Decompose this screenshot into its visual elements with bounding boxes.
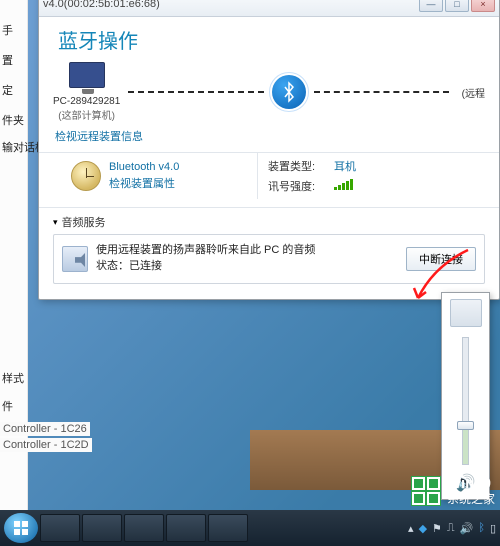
taskbar[interactable]: ▴ ◆ ⚑ ⎍ 🔊 ᛒ ▯ [0, 510, 500, 546]
link-view-props[interactable]: 检视装置属性 [109, 175, 179, 191]
volume-panel: 🔊 [441, 292, 490, 500]
device-pair-row: PC-289429281 (这部计算机) (远程 [53, 60, 485, 124]
watermark-big: Win10 [447, 476, 495, 493]
audio-service-box: 使用远程装置的扬声器聆听来自此 PC 的音频 状态：已连接 中断连接 [53, 234, 485, 284]
signal-label: 讯号强度: [268, 178, 334, 194]
bgcol-item: 置 [2, 52, 13, 68]
minimize-button[interactable]: — [419, 0, 443, 12]
bgcol-item: 定 [2, 82, 13, 98]
bluetooth-icon [272, 75, 306, 109]
state-value: 已连接 [129, 260, 162, 272]
titlebar[interactable]: v4.0(00:02:5b:01:e6:68) — □ × [39, 0, 499, 17]
bars-icon [334, 178, 485, 190]
task-button[interactable] [166, 514, 206, 542]
tray-flag-icon[interactable]: ⚑ [432, 522, 442, 535]
tray-battery-icon[interactable]: ▯ [490, 522, 496, 535]
bgcol-item: 件夹 [2, 112, 24, 128]
output-device-icon[interactable] [450, 299, 482, 327]
service-desc: 使用远程装置的扬声器聆听来自此 PC 的音频 [96, 243, 398, 259]
tray-bluetooth-icon[interactable]: ᛒ [478, 522, 485, 534]
desktop: 手 置 定 件夹 输对话框 样式 件 Controller - 1C26 Con… [0, 0, 500, 546]
task-button[interactable] [208, 514, 248, 542]
devtype-label: 装置类型: [268, 158, 334, 174]
maximize-button[interactable]: □ [445, 0, 469, 12]
audio-service-header[interactable]: ▾ 音频服务 [53, 214, 485, 230]
window-title: v4.0(00:02:5b:01:e6:68) [43, 0, 417, 10]
local-device-sub: (这部计算机) [58, 107, 115, 122]
bgcol-item: 手 [2, 22, 13, 38]
tray-network-icon[interactable]: ⎍ [447, 522, 455, 535]
state-label: 状态： [96, 260, 129, 272]
controller-label: Controller - 1C2D [0, 438, 92, 452]
volume-fill [463, 426, 468, 464]
task-button[interactable] [124, 514, 164, 542]
volume-thumb[interactable] [457, 421, 474, 430]
audio-service-label: 音频服务 [62, 214, 106, 230]
speaker-icon [62, 246, 88, 272]
volume-slider[interactable] [462, 337, 469, 465]
computer-icon [69, 62, 105, 88]
connection-line [128, 91, 263, 93]
task-button[interactable] [40, 514, 80, 542]
signal-bars [334, 178, 485, 194]
clock-icon [71, 161, 101, 191]
bgcol-item: 样式 [2, 370, 24, 386]
task-button[interactable] [82, 514, 122, 542]
watermark: Win10 系统之家 [411, 476, 495, 506]
link-view-remote-info[interactable]: 检视远程装置信息 [55, 128, 485, 144]
tray-speaker-icon[interactable]: 🔊 [460, 522, 474, 535]
bgcol-item: 件 [2, 398, 13, 414]
info-row: Bluetooth v4.0 检视装置属性 装置类型: 耳机 讯号强度: [53, 153, 485, 199]
tray[interactable]: ▴ ◆ ⚑ ⎍ 🔊 ᛒ ▯ [408, 522, 496, 535]
bluetooth-window: v4.0(00:02:5b:01:e6:68) — □ × 蓝牙操作 PC-28… [38, 0, 500, 300]
remote-device-partial: (远程 [457, 85, 485, 100]
tray-up-icon[interactable]: ▴ [408, 522, 414, 535]
bt-version: Bluetooth v4.0 [109, 161, 179, 173]
page-heading: 蓝牙操作 [58, 25, 485, 54]
controller-label: Controller - 1C26 [0, 422, 90, 436]
devtype-value: 耳机 [334, 158, 485, 174]
separator [39, 207, 499, 208]
watermark-small: 系统之家 [447, 493, 495, 506]
local-device-name: PC-289429281 [53, 96, 120, 107]
chevron-down-icon: ▾ [53, 217, 58, 228]
connection-line [314, 91, 449, 93]
start-button[interactable] [4, 513, 38, 543]
shield-icon[interactable]: ◆ [419, 522, 427, 535]
close-button[interactable]: × [471, 0, 495, 12]
local-device: PC-289429281 (这部计算机) [53, 62, 120, 122]
watermark-logo [411, 476, 441, 506]
disconnect-button[interactable]: 中断连接 [406, 247, 476, 271]
